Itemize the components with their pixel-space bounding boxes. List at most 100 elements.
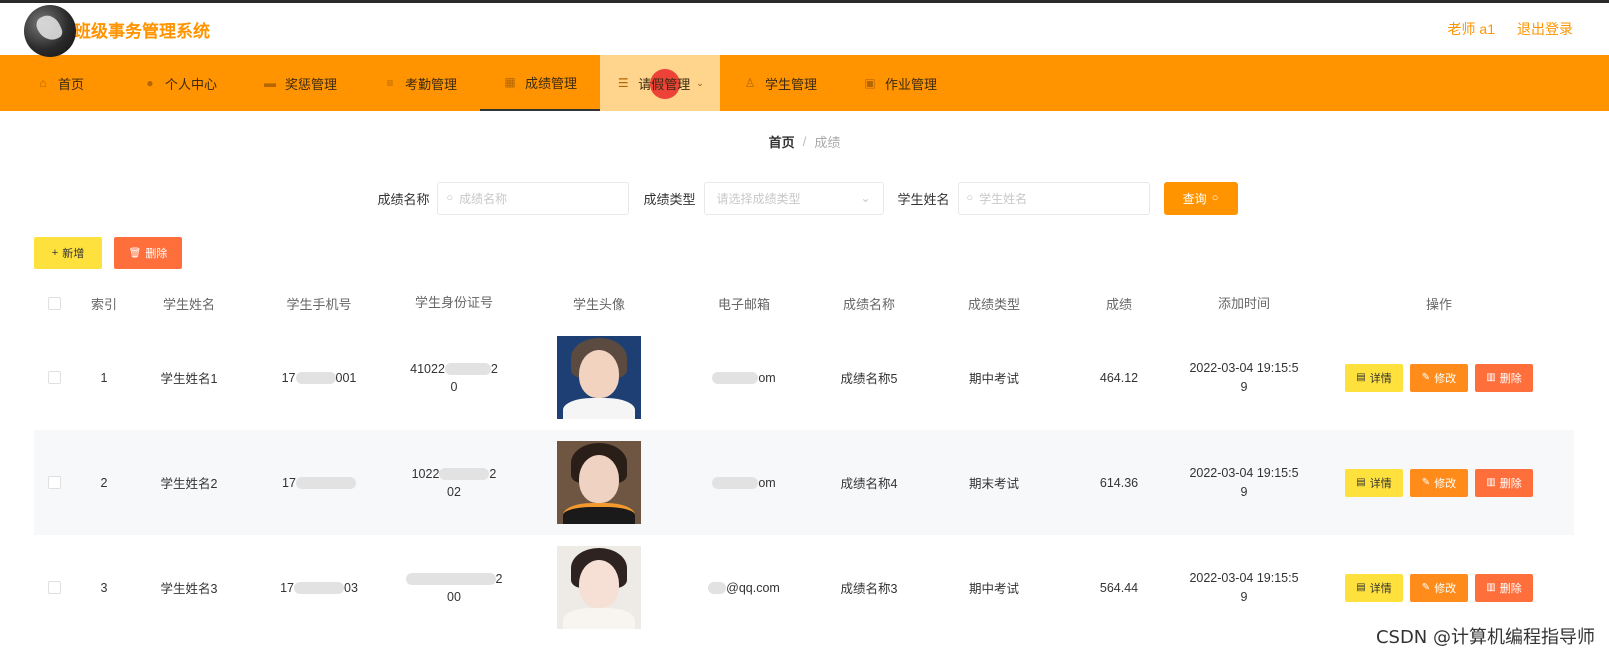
cell-operations: ▤ 详情 ✎ 修改 ▥ 删除	[1304, 468, 1574, 497]
pencil-icon: ✎	[1421, 582, 1431, 593]
brand: 班级事务管理系统	[24, 1, 210, 57]
cell-grade-type: 期中考试	[968, 372, 1019, 386]
id-line1-end: 2	[490, 361, 498, 376]
header-score: 成绩	[1105, 296, 1132, 312]
row-check-cell	[34, 476, 74, 489]
time-line2: 9	[1240, 484, 1248, 499]
grade-name-input[interactable]: ○ 成绩名称	[437, 181, 630, 215]
phone-end: 03	[344, 580, 358, 595]
search-icon: ○	[446, 192, 454, 204]
detail-label: 详情	[1369, 477, 1392, 490]
delete-button[interactable]: ▥ 删除	[1475, 468, 1533, 497]
row-checkbox[interactable]	[47, 581, 61, 594]
logo	[24, 5, 76, 57]
cell-index: 2	[100, 475, 108, 490]
nav-item-attendance[interactable]: ≡ 考勤管理	[360, 55, 480, 111]
delete-button[interactable]: ▥ 删除	[1475, 573, 1533, 602]
document-icon: ▤	[1356, 372, 1366, 383]
student-name-input[interactable]: ○ 学生姓名	[957, 181, 1150, 215]
email-end: om	[758, 475, 776, 490]
nav-item-leave[interactable]: ☰ 请假管理 ⌄	[600, 55, 720, 111]
student-avatar	[557, 546, 641, 629]
header-added-time: 添加时间	[1217, 295, 1270, 311]
redaction	[712, 372, 759, 385]
edit-button[interactable]: ✎ 修改	[1410, 468, 1468, 497]
select-all-checkbox[interactable]	[47, 296, 61, 310]
detail-button[interactable]: ▤ 详情	[1345, 468, 1403, 497]
search-icon: ○	[1211, 192, 1219, 204]
logout-link[interactable]: 退出登录	[1517, 19, 1573, 39]
edit-button[interactable]: ✎ 修改	[1410, 573, 1468, 602]
detail-button[interactable]: ▤ 详情	[1345, 363, 1403, 392]
time-line1: 2022-03-04 19:15:5	[1189, 465, 1299, 480]
student-name-label: 学生姓名	[897, 191, 950, 207]
row-checkbox[interactable]	[47, 371, 61, 384]
header-operations: 操作	[1425, 296, 1452, 312]
batch-delete-button[interactable]: 🗑 删除	[114, 237, 182, 269]
student-name-placeholder: 学生姓名	[979, 191, 1028, 206]
redaction	[708, 582, 727, 595]
redaction	[294, 582, 344, 595]
cell-avatar	[514, 546, 684, 629]
cell-index: 3	[100, 580, 108, 595]
time-line2: 9	[1240, 589, 1248, 604]
cell-email: om	[684, 371, 804, 385]
app-title: 班级事务管理系统	[74, 21, 210, 41]
delete-label: 删除	[1499, 477, 1522, 490]
row-checkbox[interactable]	[47, 476, 61, 489]
redaction	[439, 468, 490, 481]
nav-item-rewards[interactable]: ▬ 奖惩管理	[240, 55, 360, 111]
nav-item-homework[interactable]: ▣ 作业管理	[840, 55, 960, 111]
query-button[interactable]: 查询 ○	[1163, 181, 1238, 215]
delete-label: 删除	[1499, 582, 1522, 595]
nav-item-profile[interactable]: ● 个人中心	[120, 55, 240, 111]
id-line1-start: 1022	[411, 466, 440, 481]
cell-grade-name: 成绩名称3	[840, 582, 898, 596]
trash-icon: ▥	[1486, 477, 1496, 488]
cell-added-time: 2022-03-04 19:15:5 9	[1184, 464, 1304, 502]
student-avatar	[557, 336, 641, 419]
nav-label: 个人中心	[164, 76, 217, 92]
id-line2: 00	[447, 589, 461, 604]
delete-label: 删除	[1499, 372, 1522, 385]
cell-phone: 17 001	[244, 371, 394, 385]
header-avatar: 学生头像	[572, 296, 625, 312]
detail-button[interactable]: ▤ 详情	[1345, 573, 1403, 602]
user-icon: ●	[146, 76, 154, 90]
edit-label: 修改	[1434, 477, 1457, 490]
redaction	[405, 573, 496, 586]
search-icon: ○	[966, 192, 974, 204]
cell-operations: ▤ 详情 ✎ 修改 ▥ 删除	[1304, 363, 1574, 392]
cell-grade-name: 成绩名称4	[840, 477, 898, 491]
header: 班级事务管理系统 老师 a1 退出登录	[0, 1, 1609, 57]
table-row: 3 学生姓名3 17 03 2 00 @qq.com 成绩名称3 期中考试 564…	[34, 535, 1574, 640]
nav-item-grades[interactable]: ▦ 成绩管理	[480, 55, 600, 111]
header-right: 老师 a1 退出登录	[1448, 19, 1573, 39]
cell-id-number: 41022 2 0	[394, 360, 514, 396]
plus-icon: +	[51, 247, 59, 259]
cell-grade-name: 成绩名称5	[840, 372, 898, 386]
trash-icon: ▥	[1486, 582, 1496, 593]
cell-score: 614.36	[1099, 475, 1139, 490]
nav-item-students[interactable]: ♙ 学生管理	[720, 55, 840, 111]
document-icon: ▤	[1356, 582, 1366, 593]
cell-phone: 17	[244, 476, 394, 490]
row-check-cell	[34, 581, 74, 594]
grid-icon: ▦	[504, 75, 516, 89]
attendance-icon: ≡	[386, 76, 394, 90]
chevron-down-icon: ⌄	[860, 191, 871, 205]
nav-item-home[interactable]: ⌂ 首页	[0, 55, 120, 111]
nav-label: 请假管理	[638, 76, 691, 92]
chevron-down-icon: ⌄	[696, 77, 704, 88]
header-id-number: 学生身份证号	[414, 295, 493, 310]
search-form: 成绩名称 ○ 成绩名称 成绩类型 请选择成绩类型 ⌄ 学生姓名 ○ 学生姓名 查…	[0, 171, 1609, 225]
add-button[interactable]: + 新增	[34, 237, 102, 269]
student-avatar	[557, 441, 641, 524]
grade-type-select[interactable]: 请选择成绩类型 ⌄	[703, 181, 884, 215]
edit-button[interactable]: ✎ 修改	[1410, 363, 1468, 392]
delete-button[interactable]: ▥ 删除	[1475, 363, 1533, 392]
time-line1: 2022-03-04 19:15:5	[1189, 360, 1299, 375]
breadcrumb-home[interactable]: 首页	[769, 132, 795, 151]
current-user[interactable]: 老师 a1	[1448, 19, 1495, 39]
trash-icon: ▥	[1486, 372, 1496, 383]
